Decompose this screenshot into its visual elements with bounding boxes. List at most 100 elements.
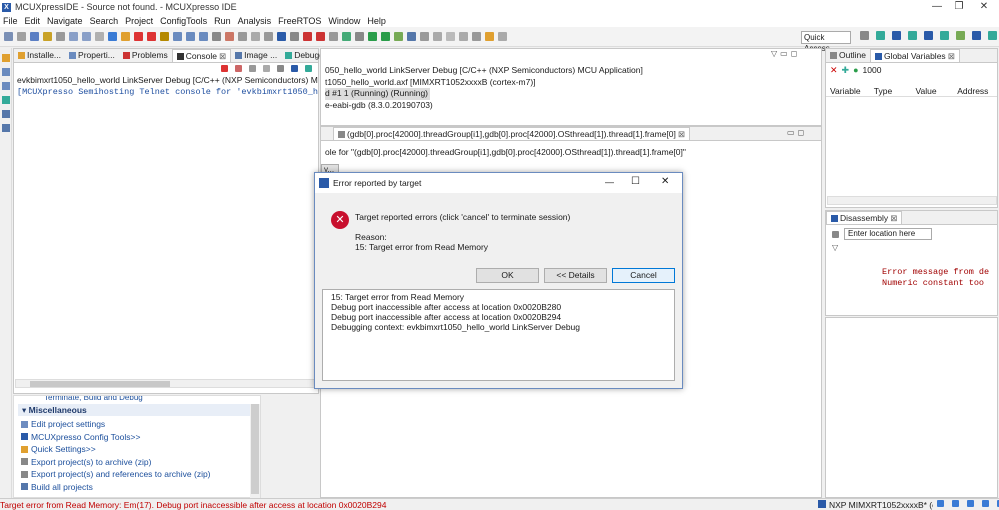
dialog-close-button[interactable]: ✕ [661, 176, 669, 187]
quick-access-input[interactable]: Quick Access [801, 31, 851, 53]
ok-button[interactable]: OK [476, 268, 539, 283]
minimize-editor-icon[interactable]: ▭ [787, 128, 795, 137]
tab-problems[interactable]: Problems [119, 49, 172, 62]
debug-icon[interactable] [342, 32, 351, 41]
heap-icon[interactable] [2, 124, 10, 132]
cancel-button[interactable]: Cancel [612, 268, 675, 283]
close-editor-tab-icon[interactable]: ⊠ [678, 128, 685, 141]
status-device[interactable]: NXP MIMXRT1052xxxxB* (evk [829, 500, 933, 510]
step-into-icon[interactable] [173, 32, 182, 41]
forward-icon[interactable] [498, 32, 507, 41]
config-tools-link[interactable]: MCUXpresso Config Tools>> [21, 431, 256, 444]
settings-icon[interactable] [43, 32, 52, 41]
debug-launch-line[interactable]: 050_hello_world LinkServer Debug [C/C++ … [325, 65, 821, 77]
tab-installed[interactable]: Installe... [14, 49, 65, 62]
terminate-icon[interactable] [134, 32, 143, 41]
status-icon-2[interactable] [952, 500, 959, 507]
tool-icon-5[interactable] [329, 32, 338, 41]
pin-console-icon[interactable] [277, 65, 284, 72]
disasm-expand-icon[interactable]: ▽ [826, 243, 997, 252]
dialog-minimize-button[interactable]: — [605, 177, 614, 187]
run-icon[interactable] [368, 32, 377, 41]
resume-icon[interactable] [121, 32, 130, 41]
print-icon[interactable] [56, 32, 65, 41]
skip-icon[interactable] [95, 32, 104, 41]
menu-window[interactable]: Window [325, 16, 364, 26]
dialog-maximize-button[interactable]: ☐ [631, 176, 640, 187]
external-tools-icon[interactable] [394, 32, 403, 41]
tool-icon-2[interactable] [251, 32, 260, 41]
quickstart-scroll-thumb[interactable] [251, 404, 259, 494]
new-icon[interactable] [4, 32, 13, 41]
export-references-link[interactable]: Export project(s) and references to arch… [21, 468, 256, 481]
build-all-link[interactable]: Build all projects [21, 481, 256, 494]
tool-icon-3[interactable] [264, 32, 273, 41]
tab-frame-source[interactable]: (gdb[0].proc[42000].threadGroup[i1],gdb[… [333, 127, 690, 140]
quickstart-scrollbar[interactable] [250, 404, 260, 498]
menu-navigate[interactable]: Navigate [44, 16, 87, 26]
menu-configtools[interactable]: ConfigTools [157, 16, 211, 26]
link-icon[interactable] [303, 32, 312, 41]
disasm-link-icon[interactable] [832, 230, 839, 238]
run-dropdown-icon[interactable] [381, 32, 390, 41]
save-icon[interactable] [17, 32, 26, 41]
display-console-icon[interactable] [291, 65, 298, 72]
new-class-icon[interactable] [407, 32, 416, 41]
project-icon[interactable] [2, 54, 10, 62]
close-gv-tab-icon[interactable]: ⊠ [948, 50, 955, 63]
close-button[interactable]: ✕ [969, 0, 999, 14]
tool-icon-7[interactable] [420, 32, 429, 41]
build-icon[interactable] [30, 32, 39, 41]
col-address[interactable]: Address [953, 85, 997, 96]
gv-scrollbar-h[interactable] [827, 196, 997, 205]
details-textarea[interactable]: 15: Target error from Read Memory Debug … [322, 289, 675, 381]
refresh-icon[interactable]: ● [853, 65, 858, 75]
quickstart-cut-item[interactable]: Terminate, Build and Debug [14, 396, 260, 404]
menu-analysis[interactable]: Analysis [235, 16, 276, 26]
menu-freertos[interactable]: FreeRTOS [275, 16, 325, 26]
perspective-icon-4[interactable] [924, 31, 933, 40]
perspective-icon-7[interactable] [972, 31, 981, 40]
console-scrollbar-h[interactable] [15, 379, 317, 388]
tool-icon-6[interactable] [355, 32, 364, 41]
quick-settings-link[interactable]: Quick Settings>> [21, 443, 256, 456]
tool-icon-11[interactable] [472, 32, 481, 41]
remove-icon[interactable]: ✕ [830, 65, 838, 76]
perspective-icon-8[interactable] [988, 31, 997, 40]
open-perspective-icon[interactable] [860, 31, 869, 40]
status-icon-3[interactable] [967, 500, 974, 507]
perspective-icon-6[interactable] [956, 31, 965, 40]
faults-icon[interactable] [2, 96, 10, 104]
step-return-icon[interactable] [199, 32, 208, 41]
menu-help[interactable]: Help [364, 16, 390, 26]
close-tab-icon[interactable]: ⊠ [219, 50, 226, 63]
add-icon[interactable]: ✚ [842, 65, 850, 76]
view-menu-icon[interactable]: ▽ [771, 49, 777, 58]
minimize-view-icon[interactable]: ▭ [780, 49, 788, 58]
menu-edit[interactable]: Edit [22, 16, 45, 26]
remove-launch-icon[interactable] [235, 65, 242, 72]
menu-file[interactable]: File [0, 16, 22, 26]
tab-global-variables[interactable]: Global Variables ⊠ [869, 49, 960, 63]
symbols-icon[interactable] [2, 110, 10, 118]
scroll-thumb[interactable] [30, 381, 170, 387]
tab-console[interactable]: Console ⊠ [171, 49, 232, 63]
stop-icon[interactable] [147, 32, 156, 41]
menu-search[interactable]: Search [87, 16, 123, 26]
details-button[interactable]: << Details [544, 268, 607, 283]
tab-image[interactable]: Image ... [231, 49, 281, 62]
menu-run[interactable]: Run [211, 16, 235, 26]
undo-icon[interactable] [69, 32, 78, 41]
perspective-icon-5[interactable] [940, 31, 949, 40]
col-value[interactable]: Value [912, 85, 954, 96]
config-tools-icon[interactable] [277, 32, 286, 41]
section-miscellaneous[interactable]: ▾ Miscellaneous [18, 404, 256, 416]
tab-properties[interactable]: Properti... [65, 49, 119, 62]
menu-project[interactable]: Project [122, 16, 157, 26]
close-disasm-tab-icon[interactable]: ⊠ [890, 212, 897, 225]
redo-icon[interactable] [82, 32, 91, 41]
maximize-editor-icon[interactable]: ◻ [798, 128, 805, 137]
terminate-console-icon[interactable] [221, 65, 228, 72]
tab-disassembly[interactable]: Disassembly ⊠ [826, 211, 903, 225]
debug-thread-line[interactable]: d #1 1 (Running) (Running) [325, 88, 431, 100]
